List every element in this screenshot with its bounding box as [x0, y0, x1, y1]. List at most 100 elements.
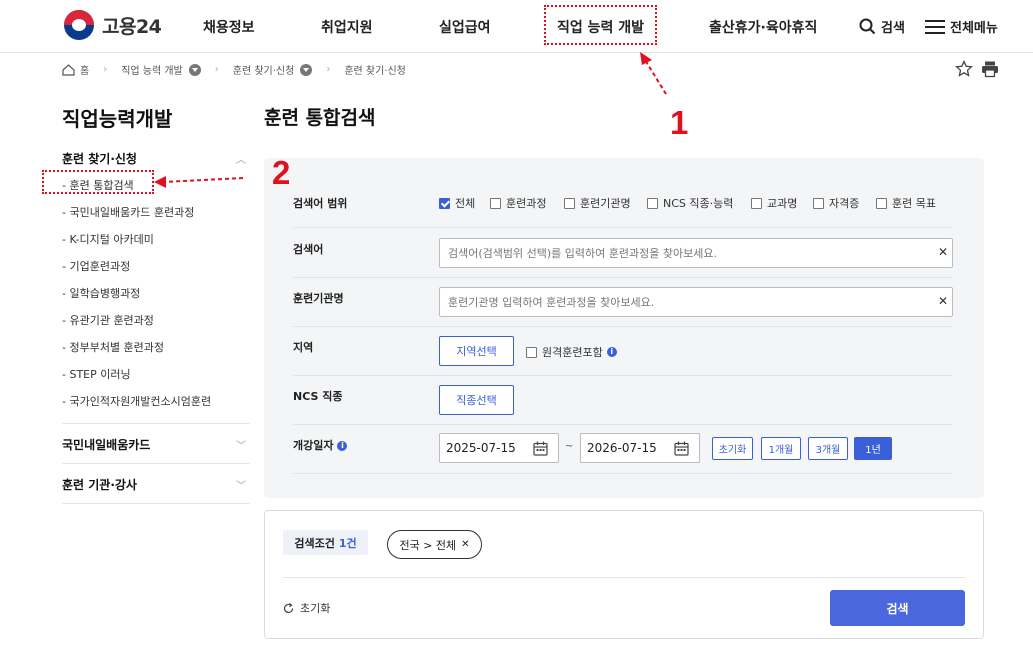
scope-checkbox-institution[interactable]: 훈련기관명 [564, 195, 631, 211]
nav-unemployment-benefit[interactable]: 실업급여 [439, 17, 491, 37]
all-menu-button[interactable]: 전체메뉴 [925, 17, 998, 36]
scope-option-label: 전체 [455, 197, 476, 210]
scope-option-label: 훈련과정 [506, 197, 547, 210]
nav-parental-leave[interactable]: 출산휴가·육아휴직 [709, 17, 817, 37]
info-icon[interactable]: i [337, 441, 348, 451]
nav-employment-support[interactable]: 취업지원 [321, 17, 373, 37]
sidebar-group-training-search[interactable]: 훈련 찾기·신청 ︿ [62, 150, 250, 167]
region-label: 지역 [293, 341, 314, 354]
chevron-down-icon: ﹀ [236, 481, 246, 492]
header-search-button[interactable]: 검색 [859, 17, 905, 36]
sidebar-item-step[interactable]: - STEP 이러닝 [62, 366, 131, 382]
period-reset-chip[interactable]: 초기화 [712, 437, 753, 460]
nav-jobs[interactable]: 채용정보 [203, 17, 255, 37]
period-3month-chip[interactable]: 3개월 [808, 437, 848, 460]
start-date-label: 개강일자 i [293, 437, 348, 453]
sidebar-group-institution[interactable]: 훈련 기관·강사 ﹀ [62, 476, 250, 493]
sidebar-item-card-course[interactable]: - 국민내일배움카드 훈련과정 [62, 204, 194, 220]
sidebar-item-enterprise[interactable]: - 기업훈련과정 [62, 258, 130, 274]
keyword-input[interactable] [439, 238, 953, 268]
highlight-box-sidebar [42, 170, 154, 194]
sidebar-item-work-study[interactable]: - 일학습병행과정 [62, 285, 140, 301]
ncs-label: NCS 직종 [293, 390, 343, 403]
condition-tag-label: 전국 > 전체 [399, 538, 457, 552]
calendar-icon[interactable] [674, 441, 689, 456]
sidebar-group-label: 훈련 기관·강사 [62, 478, 137, 492]
checkbox-icon [564, 197, 575, 209]
info-icon[interactable]: i [606, 347, 617, 357]
conditions-count: 1건 [338, 536, 357, 550]
breadcrumb-home[interactable]: 홈 [80, 62, 89, 77]
sidebar-item-k-digital[interactable]: - K-디지털 아카데미 [62, 231, 154, 247]
scope-option-label: 훈련기관명 [580, 197, 631, 210]
checkbox-icon [813, 197, 824, 209]
checkbox-checked-icon [439, 197, 450, 209]
remote-training-checkbox[interactable]: 원격훈련포함 i [526, 344, 617, 360]
form-divider [293, 277, 953, 278]
search-conditions-label: 검색조건 1건 [283, 530, 368, 555]
institution-input[interactable] [439, 287, 953, 317]
print-icon[interactable] [981, 60, 999, 78]
checkbox-icon [647, 197, 658, 209]
site-logo[interactable]: 고용24 [64, 10, 162, 40]
sidebar-item-consortium[interactable]: - 국가인적자원개발컨소시엄훈련 [62, 393, 211, 409]
conditions-divider [283, 577, 965, 578]
sidebar-divider [62, 423, 250, 424]
sidebar-group-label: 국민내일배움카드 [62, 438, 151, 452]
sidebar-group-card[interactable]: 국민내일배움카드 ﹀ [62, 436, 250, 453]
scope-checkbox-course[interactable]: 훈련과정 [490, 195, 546, 211]
annotation-number-2: 2 [272, 154, 291, 191]
date-to-input[interactable]: 2026-07-15 [580, 433, 700, 463]
site-header: 고용24 채용정보 취업지원 실업급여 직업 능력 개발 출산휴가·육아휴직 검… [0, 0, 1033, 53]
home-icon [62, 63, 75, 76]
date-from-value: 2025-07-15 [446, 441, 516, 455]
sidebar-item-related-org[interactable]: - 유관기관 훈련과정 [62, 312, 154, 328]
scope-checkbox-certificate[interactable]: 자격증 [813, 195, 859, 211]
scope-option-label: 훈련 목표 [892, 197, 936, 210]
remove-tag-icon[interactable]: ✕ [461, 539, 469, 550]
sidebar-divider [62, 463, 250, 464]
dropdown-icon[interactable] [300, 63, 313, 76]
breadcrumb-level1[interactable]: 직업 능력 개발 [121, 62, 183, 77]
scope-checkbox-ncs[interactable]: NCS 직종·능력 [647, 195, 733, 211]
search-submit-button[interactable]: 검색 [830, 590, 965, 626]
checkbox-icon [526, 346, 537, 358]
annotation-arrow-1 [644, 59, 667, 95]
chevron-right-icon: › [103, 64, 108, 75]
scope-option-label: 자격증 [829, 197, 860, 210]
clear-institution-icon[interactable]: ✕ [938, 294, 948, 308]
region-select-button[interactable]: 지역선택 [439, 336, 514, 366]
reset-label: 초기화 [300, 602, 331, 615]
scope-checkbox-subject[interactable]: 교과명 [751, 195, 797, 211]
all-menu-label: 전체메뉴 [950, 21, 998, 36]
chevron-right-icon: › [214, 64, 219, 75]
reset-button[interactable]: 초기화 [283, 600, 330, 616]
annotation-arrow-2 [163, 177, 244, 183]
clear-keyword-icon[interactable]: ✕ [938, 245, 948, 259]
period-1month-chip[interactable]: 1개월 [761, 437, 801, 460]
star-icon[interactable] [955, 60, 973, 78]
breadcrumb: 홈 › 직업 능력 개발 › 훈련 찾기·신청 › 훈련 찾기·신청 [62, 62, 406, 77]
breadcrumb-level2[interactable]: 훈련 찾기·신청 [233, 62, 295, 77]
period-1year-chip[interactable]: 1년 [854, 437, 892, 460]
form-divider [293, 326, 953, 327]
keyword-label: 검색어 [293, 243, 324, 256]
condition-tag[interactable]: 전국 > 전체 ✕ [387, 530, 482, 559]
date-to-value: 2026-07-15 [587, 441, 657, 455]
annotation-number-1: 1 [670, 104, 689, 141]
date-from-input[interactable]: 2025-07-15 [439, 433, 559, 463]
scope-checkbox-goal[interactable]: 훈련 목표 [876, 195, 936, 211]
page-tools [955, 60, 999, 78]
institution-label: 훈련기관명 [293, 292, 344, 305]
dropdown-icon[interactable] [188, 63, 201, 76]
annotation-arrowhead-2 [154, 176, 166, 188]
calendar-icon[interactable] [533, 441, 548, 456]
conditions-label-text: 검색조건 [294, 536, 335, 550]
scope-checkbox-all[interactable]: 전체 [439, 195, 475, 211]
form-divider [293, 227, 953, 228]
checkbox-icon [876, 197, 887, 209]
annotation-arrowhead-1 [640, 52, 652, 65]
sidebar-item-ministry[interactable]: - 정부부처별 훈련과정 [62, 339, 164, 355]
job-select-button[interactable]: 직종선택 [439, 385, 514, 415]
search-icon [859, 18, 876, 35]
